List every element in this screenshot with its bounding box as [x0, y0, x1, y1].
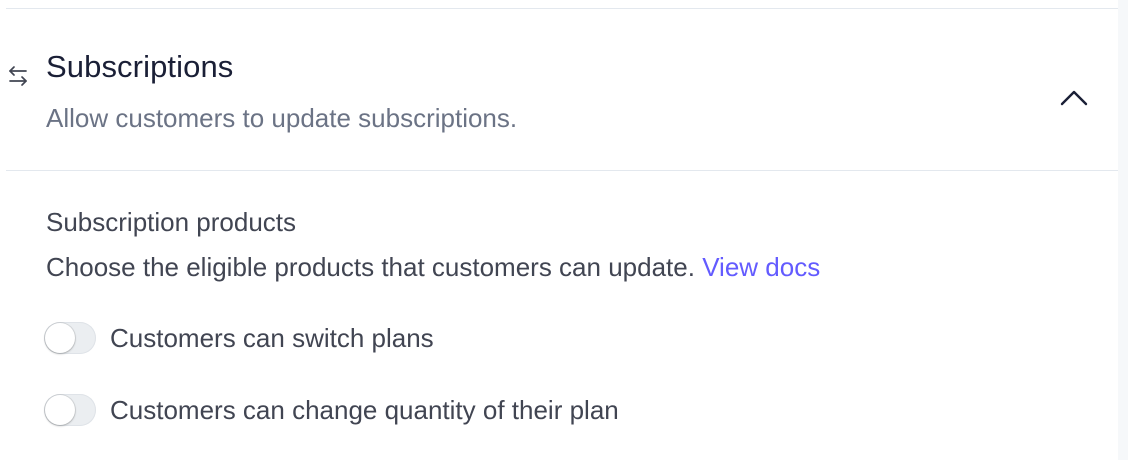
- section-title: Subscriptions: [46, 49, 234, 84]
- scrollbar-gutter: [1118, 0, 1128, 460]
- description-text: Choose the eligible products that custom…: [46, 252, 695, 282]
- subscriptions-section-header[interactable]: Subscriptions Allow customers to update …: [0, 9, 1118, 170]
- divider: [6, 170, 1118, 171]
- chevron-up-icon[interactable]: [1058, 82, 1090, 114]
- switch-plans-toggle[interactable]: [44, 322, 96, 354]
- swap-arrows-icon: [6, 64, 30, 88]
- change-quantity-label: Customers can change quantity of their p…: [110, 395, 619, 425]
- subscriptions-settings-panel: Subscriptions Allow customers to update …: [0, 0, 1128, 460]
- change-quantity-toggle-row[interactable]: Customers can change quantity of their p…: [44, 389, 619, 431]
- subscription-products-description: Choose the eligible products that custom…: [46, 250, 820, 284]
- toggle-knob: [45, 323, 75, 353]
- switch-plans-label: Customers can switch plans: [110, 323, 434, 353]
- switch-plans-toggle-row[interactable]: Customers can switch plans: [44, 317, 434, 359]
- view-docs-link[interactable]: View docs: [702, 252, 820, 282]
- subscription-products-heading: Subscription products: [46, 207, 297, 237]
- section-subtitle: Allow customers to update subscriptions.: [46, 103, 518, 133]
- toggle-knob: [45, 395, 75, 425]
- change-quantity-toggle[interactable]: [44, 394, 96, 426]
